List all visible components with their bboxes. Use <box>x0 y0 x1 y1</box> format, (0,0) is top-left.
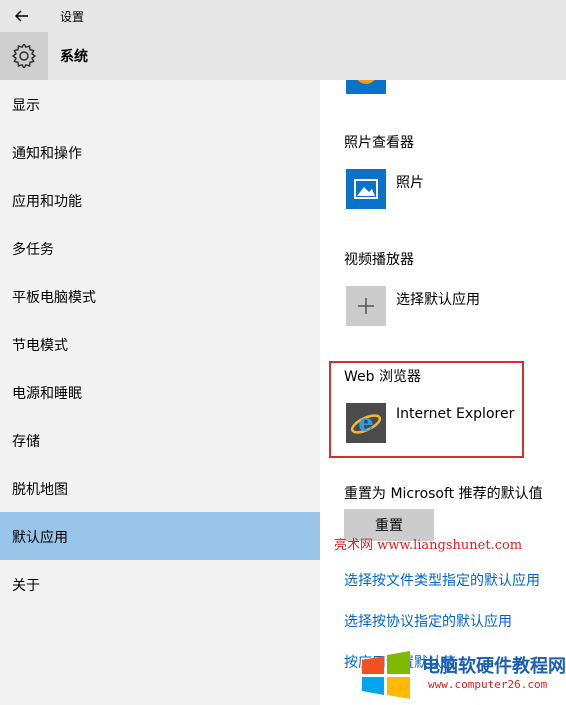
photo-viewer-app-tile[interactable] <box>346 169 386 209</box>
music-app-tile[interactable] <box>346 80 386 94</box>
video-player-app-tile[interactable] <box>346 286 386 326</box>
sidebar-item-offline-maps[interactable]: 脱机地图 <box>0 464 320 512</box>
sidebar-item-label: 电源和睡眠 <box>12 386 82 402</box>
sidebar-item-battery-saver[interactable]: 节电模式 <box>0 320 320 368</box>
sidebar-item-notifications[interactable]: 通知和操作 <box>0 128 320 176</box>
sidebar-item-label: 多任务 <box>12 242 54 258</box>
logo-title: 电脑软硬件教程网 <box>422 656 566 677</box>
logo-url: www.computer26.com <box>428 678 548 691</box>
window-title: 设置 <box>60 10 85 24</box>
back-button[interactable] <box>8 4 36 28</box>
photo-viewer-app-label[interactable]: 照片 <box>396 172 424 192</box>
sidebar: 显示 通知和操作 应用和功能 多任务 平板电脑模式 节电模式 电源和睡眠 存储 … <box>0 80 320 705</box>
sidebar-item-about[interactable]: 关于 <box>0 560 320 608</box>
sidebar-item-multitasking[interactable]: 多任务 <box>0 224 320 272</box>
internet-explorer-icon: e <box>350 408 382 437</box>
video-player-title: 视频播放器 <box>344 252 414 268</box>
page-header: 系统 <box>0 32 566 80</box>
title-bar: 设置 <box>0 0 566 32</box>
file-type-defaults-link[interactable]: 选择按文件类型指定的默认应用 <box>344 570 540 590</box>
home-button[interactable] <box>0 32 48 80</box>
photos-icon <box>354 179 378 199</box>
web-browser-title: Web 浏览器 <box>344 369 421 385</box>
sidebar-item-power-sleep[interactable]: 电源和睡眠 <box>0 368 320 416</box>
web-browser-app-label[interactable]: Internet Explorer <box>396 406 514 422</box>
svg-text:e: e <box>358 408 373 437</box>
sidebar-item-label: 存储 <box>12 434 40 450</box>
reset-description: 重置为 Microsoft 推荐的默认值 <box>344 486 543 502</box>
site-watermark: 亮术网 www.liangshunet.com <box>334 538 523 553</box>
gear-icon <box>11 43 37 69</box>
photo-viewer-title: 照片查看器 <box>344 135 414 151</box>
music-app-icon <box>357 80 375 84</box>
page-title: 系统 <box>60 49 88 65</box>
sidebar-item-default-apps[interactable]: 默认应用 <box>0 512 320 560</box>
sidebar-item-label: 应用和功能 <box>12 194 82 210</box>
sidebar-item-label: 默认应用 <box>12 530 68 546</box>
sidebar-item-display[interactable]: 显示 <box>0 80 320 128</box>
sidebar-item-apps-features[interactable]: 应用和功能 <box>0 176 320 224</box>
sidebar-item-label: 通知和操作 <box>12 146 82 162</box>
sidebar-item-label: 关于 <box>12 578 40 594</box>
protocol-defaults-link[interactable]: 选择按协议指定的默认应用 <box>344 611 512 631</box>
sidebar-item-label: 显示 <box>12 98 40 114</box>
content-pane: 照片查看器 照片 视频播放器 选择默认应用 Web 浏览器 e Internet… <box>320 80 566 705</box>
plus-icon <box>358 298 374 314</box>
web-browser-app-tile[interactable]: e <box>346 403 386 443</box>
sidebar-item-label: 平板电脑模式 <box>12 290 96 306</box>
site-logo-watermark: 电脑软硬件教程网 www.computer26.com <box>360 644 566 705</box>
sidebar-item-label: 节电模式 <box>12 338 68 354</box>
sidebar-item-storage[interactable]: 存储 <box>0 416 320 464</box>
back-arrow-icon <box>15 10 28 22</box>
sidebar-item-label: 脱机地图 <box>12 482 68 498</box>
sidebar-item-tablet-mode[interactable]: 平板电脑模式 <box>0 272 320 320</box>
windows-logo-icon <box>362 651 410 699</box>
video-player-app-label[interactable]: 选择默认应用 <box>396 289 480 309</box>
